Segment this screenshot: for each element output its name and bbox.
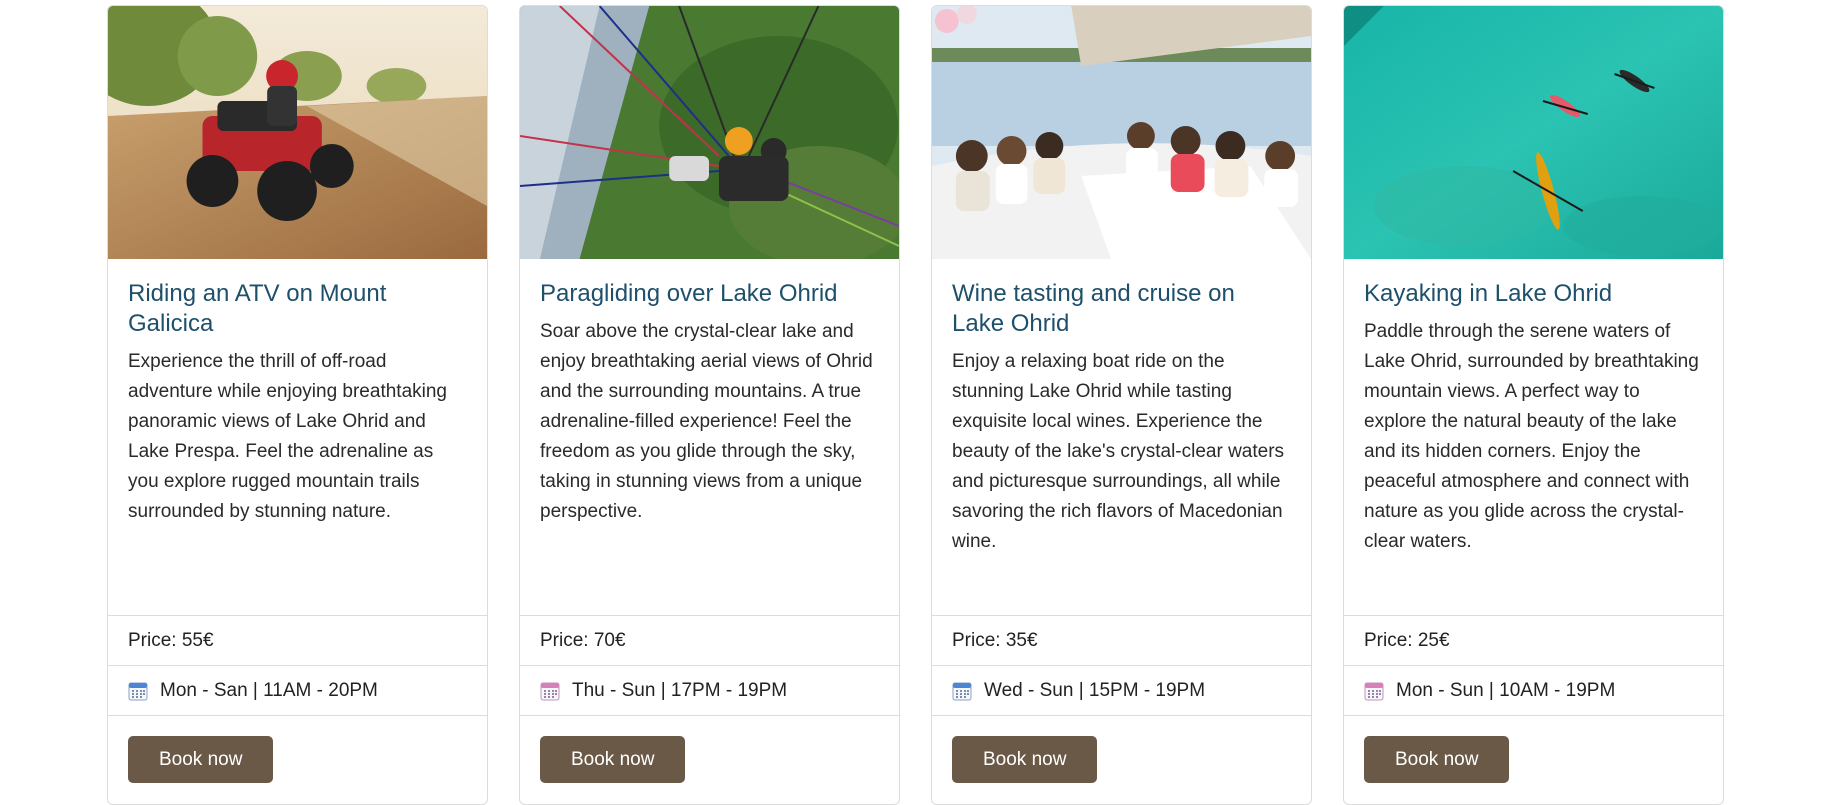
- card-title: Riding an ATV on Mount Galicica: [128, 280, 387, 337]
- schedule-text: Thu - Sun | 17PM - 19PM: [572, 679, 788, 701]
- calendar-icon: [952, 681, 972, 701]
- book-now-button[interactable]: Book now: [952, 736, 1098, 783]
- price-row: Price: 70€: [520, 615, 899, 665]
- paragliding-photo: [520, 6, 899, 259]
- card-description: Paddle through the serene waters of Lake…: [1364, 321, 1699, 552]
- price-text: Price: 25€: [1364, 629, 1450, 651]
- book-now-button[interactable]: Book now: [128, 736, 274, 783]
- card-footer: Book now: [108, 715, 487, 803]
- activity-card-kayaking: Kayaking in Lake Ohrid Paddle through th…: [1343, 5, 1724, 805]
- card-description: Enjoy a relaxing boat ride on the stunni…: [952, 351, 1285, 552]
- calendar-icon: [128, 681, 148, 701]
- atv-photo: [108, 6, 487, 259]
- card-title: Paragliding over Lake Ohrid: [540, 280, 838, 307]
- price-row: Price: 25€: [1344, 615, 1723, 665]
- boat-cruise-photo: [932, 6, 1311, 259]
- schedule-text: Wed - Sun | 15PM - 19PM: [984, 679, 1206, 701]
- price-row: Price: 35€: [932, 615, 1311, 665]
- card-footer: Book now: [932, 715, 1311, 803]
- price-text: Price: 55€: [128, 629, 214, 651]
- activity-card-paragliding: Paragliding over Lake Ohrid Soar above t…: [519, 5, 900, 805]
- book-now-button[interactable]: Book now: [1364, 736, 1510, 783]
- kayak-photo: [1344, 6, 1723, 259]
- calendar-icon: [1364, 681, 1384, 701]
- card-description: Soar above the crystal-clear lake and en…: [540, 321, 873, 522]
- card-title: Wine tasting and cruise on Lake Ohrid: [952, 280, 1235, 337]
- schedule-row: Wed - Sun | 15PM - 19PM: [932, 665, 1311, 715]
- activity-card-atv: Riding an ATV on Mount Galicica Experien…: [107, 5, 488, 805]
- activity-card-wine-cruise: Wine tasting and cruise on Lake Ohrid En…: [931, 5, 1312, 805]
- card-body: Kayaking in Lake Ohrid Paddle through th…: [1344, 259, 1723, 615]
- calendar-icon: [540, 681, 560, 701]
- activity-cards: Riding an ATV on Mount Galicica Experien…: [107, 5, 1724, 805]
- schedule-text: Mon - San | 11AM - 20PM: [160, 679, 378, 701]
- card-title: Kayaking in Lake Ohrid: [1364, 280, 1613, 307]
- card-body: Riding an ATV on Mount Galicica Experien…: [108, 259, 487, 615]
- price-text: Price: 35€: [952, 629, 1038, 651]
- book-now-button[interactable]: Book now: [540, 736, 686, 783]
- schedule-row: Mon - Sun | 10AM - 19PM: [1344, 665, 1723, 715]
- schedule-text: Mon - Sun | 10AM - 19PM: [1396, 679, 1616, 701]
- schedule-row: Mon - San | 11AM - 20PM: [108, 665, 487, 715]
- card-footer: Book now: [520, 715, 899, 803]
- schedule-row: Thu - Sun | 17PM - 19PM: [520, 665, 899, 715]
- card-description: Experience the thrill of off-road advent…: [128, 351, 447, 522]
- card-body: Paragliding over Lake Ohrid Soar above t…: [520, 259, 899, 615]
- card-footer: Book now: [1344, 715, 1723, 803]
- card-body: Wine tasting and cruise on Lake Ohrid En…: [932, 259, 1311, 615]
- price-text: Price: 70€: [540, 629, 626, 651]
- price-row: Price: 55€: [108, 615, 487, 665]
